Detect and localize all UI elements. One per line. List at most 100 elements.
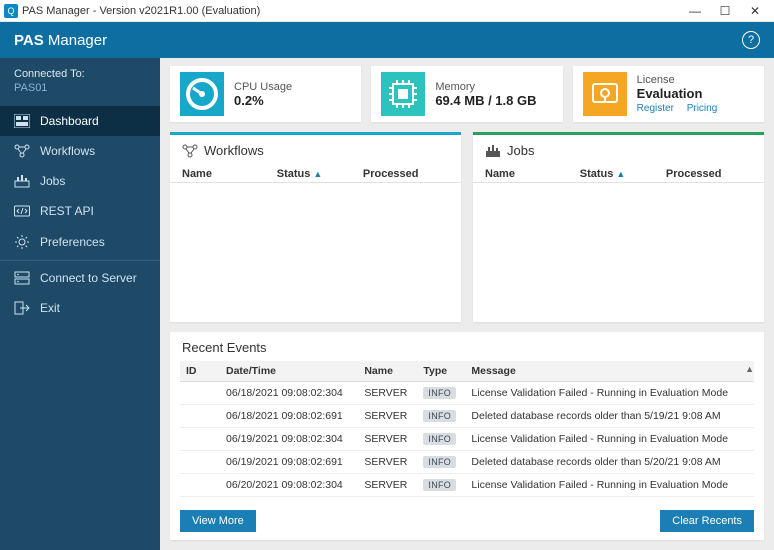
table-row[interactable]: 06/18/2021 09:08:02:304SERVERINFOLicense… — [180, 382, 754, 405]
app-header: PAS Manager ? — [0, 22, 774, 58]
panels-row: Workflows Name Status▲ Processed Jobs — [170, 132, 764, 322]
cell-name: SERVER — [358, 428, 417, 451]
cell-datetime: 06/20/2021 09:08:02:304 — [220, 474, 358, 497]
cell-datetime: 06/19/2021 09:08:02:691 — [220, 451, 358, 474]
cell-message: License Validation Failed - Running in E… — [465, 428, 754, 451]
app-name-light: Manager — [48, 32, 107, 49]
cell-type: INFO — [417, 428, 465, 451]
sidebar-divider — [0, 260, 160, 261]
cell-message: License Validation Failed - Running in E… — [465, 474, 754, 497]
connected-label: Connected To: — [14, 68, 146, 80]
cell-message: Deleted database records older than 5/19… — [465, 405, 754, 428]
table-row[interactable]: 06/20/2021 09:08:02:304SERVERINFOLicense… — [180, 474, 754, 497]
server-icon — [14, 271, 30, 285]
cpu-card: CPU Usage 0.2% — [170, 66, 361, 122]
memory-label: Memory — [435, 81, 536, 93]
table-row[interactable]: 06/19/2021 09:08:02:691SERVERINFODeleted… — [180, 451, 754, 474]
sidebar-item-label: REST API — [40, 204, 94, 218]
events-table: ID Date/Time Name Type Message 06/18/202… — [180, 361, 754, 497]
cell-datetime: 06/18/2021 09:08:02:691 — [220, 405, 358, 428]
license-card: License Evaluation Register Pricing — [573, 66, 764, 122]
sort-asc-icon: ▲ — [616, 169, 625, 179]
share-icon — [182, 144, 198, 158]
sidebar-item-label: Connect to Server — [40, 271, 137, 285]
sidebar-item-label: Dashboard — [40, 114, 99, 128]
exit-icon — [14, 301, 30, 315]
titlebar: Q PAS Manager - Version v2021R1.00 (Eval… — [0, 0, 774, 22]
events-title: Recent Events — [180, 338, 754, 361]
help-icon[interactable]: ? — [742, 31, 760, 49]
maximize-button[interactable]: ☐ — [710, 4, 740, 18]
connection-info: Connected To: PAS01 — [0, 58, 160, 106]
dashboard-icon — [14, 114, 30, 128]
license-icon — [583, 72, 627, 116]
gear-icon — [14, 234, 30, 250]
view-more-button[interactable]: View More — [180, 510, 256, 532]
window-title: PAS Manager - Version v2021R1.00 (Evalua… — [22, 5, 260, 17]
col-name[interactable]: Name — [485, 168, 580, 180]
cpu-label: CPU Usage — [234, 81, 292, 93]
register-link[interactable]: Register — [637, 103, 674, 114]
sidebar-item-exit[interactable]: Exit — [0, 293, 160, 323]
sidebar-item-label: Preferences — [40, 235, 105, 249]
sidebar-item-rest-api[interactable]: REST API — [0, 196, 160, 226]
pricing-link[interactable]: Pricing — [687, 103, 718, 114]
close-button[interactable]: ✕ — [740, 4, 770, 18]
col-name[interactable]: Name — [182, 168, 277, 180]
rest-api-icon — [14, 204, 30, 218]
sidebar-item-workflows[interactable]: Workflows — [0, 136, 160, 166]
sidebar-item-label: Workflows — [40, 144, 95, 158]
scroll-up-icon[interactable]: ▲ — [745, 364, 754, 374]
factory-icon — [485, 144, 501, 158]
sidebar-item-dashboard[interactable]: Dashboard — [0, 106, 160, 136]
col-name[interactable]: Name — [358, 361, 417, 382]
col-type[interactable]: Type — [417, 361, 465, 382]
recent-events-panel: Recent Events ▲ ID Date/Time Name Type M… — [170, 332, 764, 540]
cell-name: SERVER — [358, 405, 417, 428]
col-datetime[interactable]: Date/Time — [220, 361, 358, 382]
sidebar: Connected To: PAS01 Dashboard Workflows … — [0, 58, 160, 550]
cell-message: Deleted database records older than 5/20… — [465, 451, 754, 474]
cell-name: SERVER — [358, 474, 417, 497]
app-logo: PAS Manager — [14, 32, 107, 49]
col-status[interactable]: Status▲ — [277, 168, 363, 180]
sidebar-item-preferences[interactable]: Preferences — [0, 226, 160, 258]
minimize-button[interactable]: — — [680, 4, 710, 18]
jobs-icon — [14, 174, 30, 188]
main-content: CPU Usage 0.2% Memory 69.4 MB / 1.8 GB — [160, 58, 774, 550]
cpu-value: 0.2% — [234, 93, 292, 108]
workflows-columns: Name Status▲ Processed — [170, 164, 461, 183]
cell-type: INFO — [417, 405, 465, 428]
cell-name: SERVER — [358, 382, 417, 405]
col-message[interactable]: Message — [465, 361, 754, 382]
sidebar-item-label: Jobs — [40, 174, 65, 188]
memory-value: 69.4 MB / 1.8 GB — [435, 93, 536, 108]
col-status[interactable]: Status▲ — [580, 168, 666, 180]
sort-asc-icon: ▲ — [313, 169, 322, 179]
col-processed[interactable]: Processed — [666, 168, 752, 180]
clear-recents-button[interactable]: Clear Recents — [660, 510, 754, 532]
gauge-icon — [180, 72, 224, 116]
sidebar-item-label: Exit — [40, 301, 60, 315]
jobs-panel: Jobs Name Status▲ Processed — [473, 132, 764, 322]
sidebar-item-connect[interactable]: Connect to Server — [0, 263, 160, 293]
cell-message: License Validation Failed - Running in E… — [465, 382, 754, 405]
table-row[interactable]: 06/18/2021 09:08:02:691SERVERINFODeleted… — [180, 405, 754, 428]
chip-icon — [381, 72, 425, 116]
jobs-columns: Name Status▲ Processed — [473, 164, 764, 183]
sidebar-item-jobs[interactable]: Jobs — [0, 166, 160, 196]
workflows-icon — [14, 144, 30, 158]
table-row[interactable]: 06/19/2021 09:08:02:304SERVERINFOLicense… — [180, 428, 754, 451]
col-id[interactable]: ID — [180, 361, 220, 382]
cell-datetime: 06/19/2021 09:08:02:304 — [220, 428, 358, 451]
cell-name: SERVER — [358, 451, 417, 474]
col-processed[interactable]: Processed — [363, 168, 449, 180]
cell-type: INFO — [417, 474, 465, 497]
license-value: Evaluation — [637, 86, 728, 101]
cell-datetime: 06/18/2021 09:08:02:304 — [220, 382, 358, 405]
cell-type: INFO — [417, 382, 465, 405]
jobs-title: Jobs — [507, 143, 534, 158]
cell-type: INFO — [417, 451, 465, 474]
connected-value: PAS01 — [14, 82, 146, 94]
app-name-bold: PAS — [14, 32, 44, 49]
